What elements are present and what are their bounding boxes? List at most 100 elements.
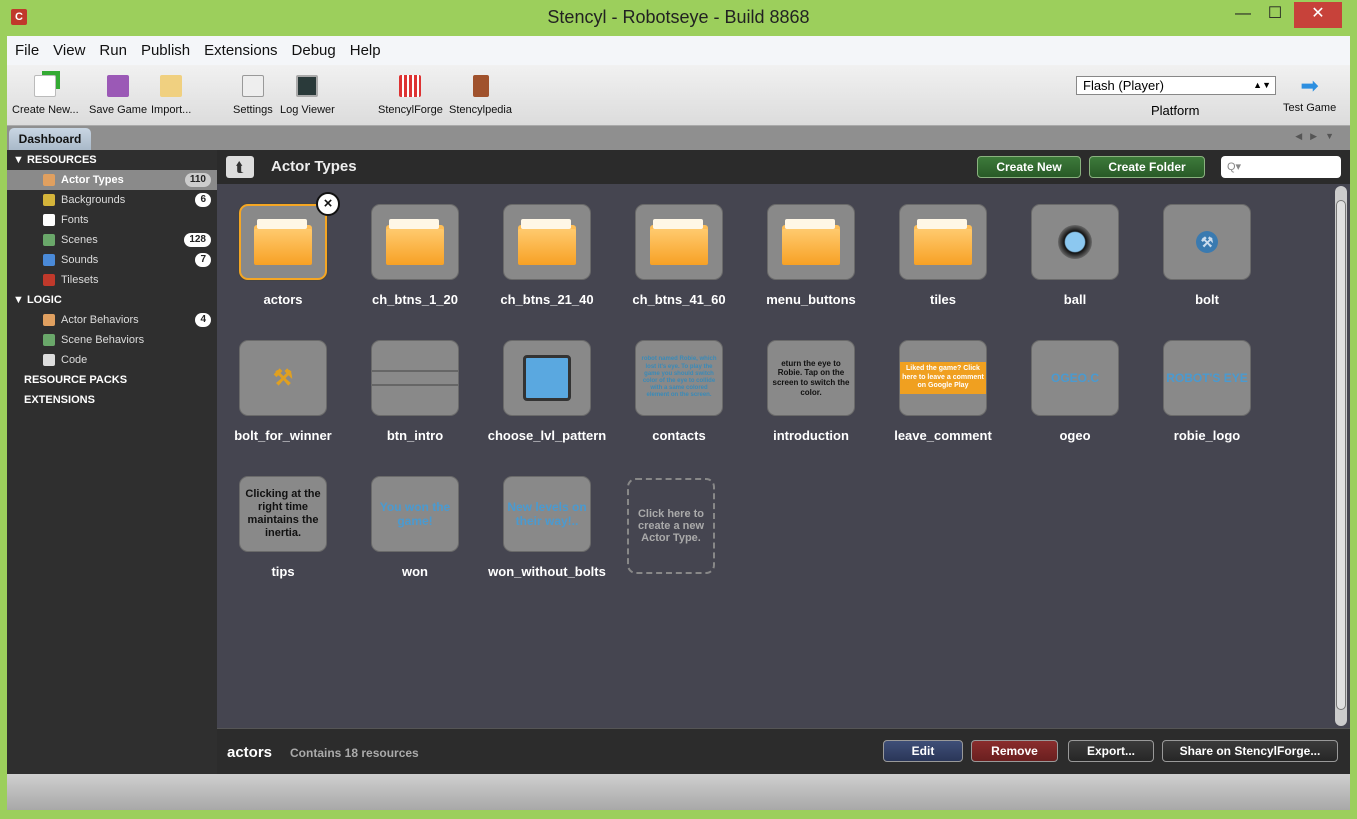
close-button[interactable]: ✕ [1294,2,1342,28]
resource-thumbnail[interactable]: robot named Robie, which lost it's eye. … [635,340,723,416]
share-stencylforge-button[interactable]: Share on StencylForge... [1162,740,1338,762]
resource-thumbnail[interactable] [503,340,591,416]
resource-item[interactable]: ch_btns_41_60 [613,204,745,340]
new-actor-type-tile[interactable]: Click here to create a new Actor Type. [627,478,715,574]
resource-thumbnail[interactable]: ROBOT'S EYE [1163,340,1251,416]
extensions-section[interactable]: EXTENSIONS [7,390,217,410]
resource-item[interactable]: ROBOT'S EYE robie_logo [1141,340,1273,476]
sidebar-item-actor-behaviors[interactable]: Actor Behaviors 4 [7,310,217,330]
resource-thumbnail[interactable]: ⚒ [1163,204,1251,280]
resource-item[interactable]: OGEO.C ogeo [1009,340,1141,476]
resource-thumbnail[interactable] [767,204,855,280]
sidebar-item-label: Code [61,354,88,366]
create-new-button[interactable]: Create New [977,156,1081,178]
menu-extensions[interactable]: Extensions [204,42,277,59]
resource-item[interactable]: eturn the eye to Robie. Tap on the scree… [745,340,877,476]
resource-item[interactable]: ch_btns_1_20 [349,204,481,340]
resource-item[interactable]: Clicking at the right time maintains the… [217,476,349,612]
stencylforge-tool[interactable]: StencylForge [378,73,443,116]
tileset-icon [43,274,55,286]
maximize-button[interactable]: ☐ [1258,2,1292,28]
menu-debug[interactable]: Debug [292,42,336,59]
create-actor-type-placeholder[interactable]: Click here to create a new Actor Type. [613,476,745,612]
tab-nav-arrows-icon[interactable]: ◀▶▼ [1295,131,1342,142]
logo-image: New levels on their way!.. [507,499,587,528]
book-icon [472,75,489,97]
scrollbar-thumb[interactable] [1336,200,1346,710]
search-input[interactable]: Q▾ [1221,156,1341,178]
resource-thumbnail[interactable]: eturn the eye to Robie. Tap on the scree… [767,340,855,416]
main-header: ⮬ Actor Types Create New Create Folder Q… [217,150,1350,184]
resource-item[interactable]: Liked the game? Click here to leave a co… [877,340,1009,476]
resource-thumbnail[interactable]: Liked the game? Click here to leave a co… [899,340,987,416]
edit-button[interactable]: Edit [883,740,963,762]
test-game-tool[interactable]: ➡ Test Game [1283,73,1336,115]
create-folder-button[interactable]: Create Folder [1089,156,1205,178]
footer-bar: actors Contains 18 resources Edit Remove… [217,728,1350,774]
menu-view[interactable]: View [53,42,85,59]
save-game-tool[interactable]: Save Game [89,73,147,116]
settings-tool[interactable]: Settings [233,73,273,116]
sidebar-item-code[interactable]: Code [7,350,217,370]
sidebar-item-backgrounds[interactable]: Backgrounds 6 [7,190,217,210]
resource-item[interactable]: You won the game! won [349,476,481,612]
tab-dashboard[interactable]: Dashboard [9,128,91,150]
resource-item[interactable]: ball [1009,204,1141,340]
title-bar: C Stencyl - Robotseye - Build 8868 — ☐ ✕ [0,0,1357,34]
resources-section[interactable]: ▼ RESOURCES [7,150,217,170]
menu-file[interactable]: File [15,42,39,59]
stencylpedia-tool[interactable]: Stencylpedia [449,73,512,116]
menu-run[interactable]: Run [99,42,127,59]
resource-item[interactable]: ⚒ bolt_for_winner [217,340,349,476]
resource-thumbnail[interactable] [899,204,987,280]
export-button[interactable]: Export... [1068,740,1154,762]
resource-thumbnail[interactable] [371,340,459,416]
bolt-icon: ⚒ [273,364,293,390]
resource-item[interactable]: ch_btns_21_40 [481,204,613,340]
resource-thumbnail[interactable]: ⚒ [239,340,327,416]
resource-grid: × actors ch_btns_1_20 ch_btns_21_40 ch_btns_… [217,184,1333,727]
resource-item[interactable]: robot named Robie, which lost it's eye. … [613,340,745,476]
resource-label: ball [1063,292,1087,307]
close-icon[interactable]: × [316,192,340,216]
resource-thumbnail[interactable]: Clicking at the right time maintains the… [239,476,327,552]
resource-item[interactable]: New levels on their way!.. won_without_bo… [481,476,613,612]
up-folder-button[interactable]: ⮬ [226,156,254,178]
menu-help[interactable]: Help [350,42,381,59]
menu-publish[interactable]: Publish [141,42,190,59]
import-tool[interactable]: Import... [151,73,191,116]
resource-thumbnail[interactable]: OGEO.C [1031,340,1119,416]
resource-thumbnail[interactable]: You won the game! [371,476,459,552]
logic-section[interactable]: ▼ LOGIC [7,290,217,310]
resource-thumbnail[interactable] [371,204,459,280]
log-viewer-tool[interactable]: Log Viewer [280,73,335,116]
remove-button[interactable]: Remove [971,740,1058,762]
platform-label: Platform [1151,103,1200,118]
create-new-label: Create New... [12,104,79,116]
sidebar-item-actor-types[interactable]: Actor Types 110 [7,170,217,190]
resource-item[interactable]: × actors [217,192,349,340]
vertical-scrollbar[interactable] [1335,186,1347,726]
minimize-button[interactable]: — [1226,2,1260,28]
sidebar-item-scenes[interactable]: Scenes 128 [7,230,217,250]
resource-thumbnail[interactable] [1031,204,1119,280]
sidebar-item-tilesets[interactable]: Tilesets [7,270,217,290]
resource-thumbnail[interactable] [239,204,327,280]
resource-label: tiles [929,292,956,307]
resource-thumbnail[interactable]: New levels on their way!.. [503,476,591,552]
resource-item[interactable]: ⚒ bolt [1141,204,1273,340]
resource-item[interactable]: btn_intro [349,340,481,476]
resource-item[interactable]: tiles [877,204,1009,340]
resource-item[interactable]: menu_buttons [745,204,877,340]
platform-select[interactable]: Flash (Player) ▲▼ [1076,76,1276,95]
create-new-tool[interactable]: Create New... [12,73,79,116]
resource-packs-section[interactable]: RESOURCE PACKS [7,370,217,390]
resource-thumbnail[interactable] [503,204,591,280]
sidebar-item-sounds[interactable]: Sounds 7 [7,250,217,270]
resource-thumbnail[interactable] [635,204,723,280]
sidebar-item-fonts[interactable]: Fonts [7,210,217,230]
sidebar-item-scene-behaviors[interactable]: Scene Behaviors [7,330,217,350]
floppy-icon [107,75,130,97]
resource-item[interactable]: choose_lvl_pattern [481,340,613,476]
bolt-icon: ⚒ [1196,231,1218,253]
